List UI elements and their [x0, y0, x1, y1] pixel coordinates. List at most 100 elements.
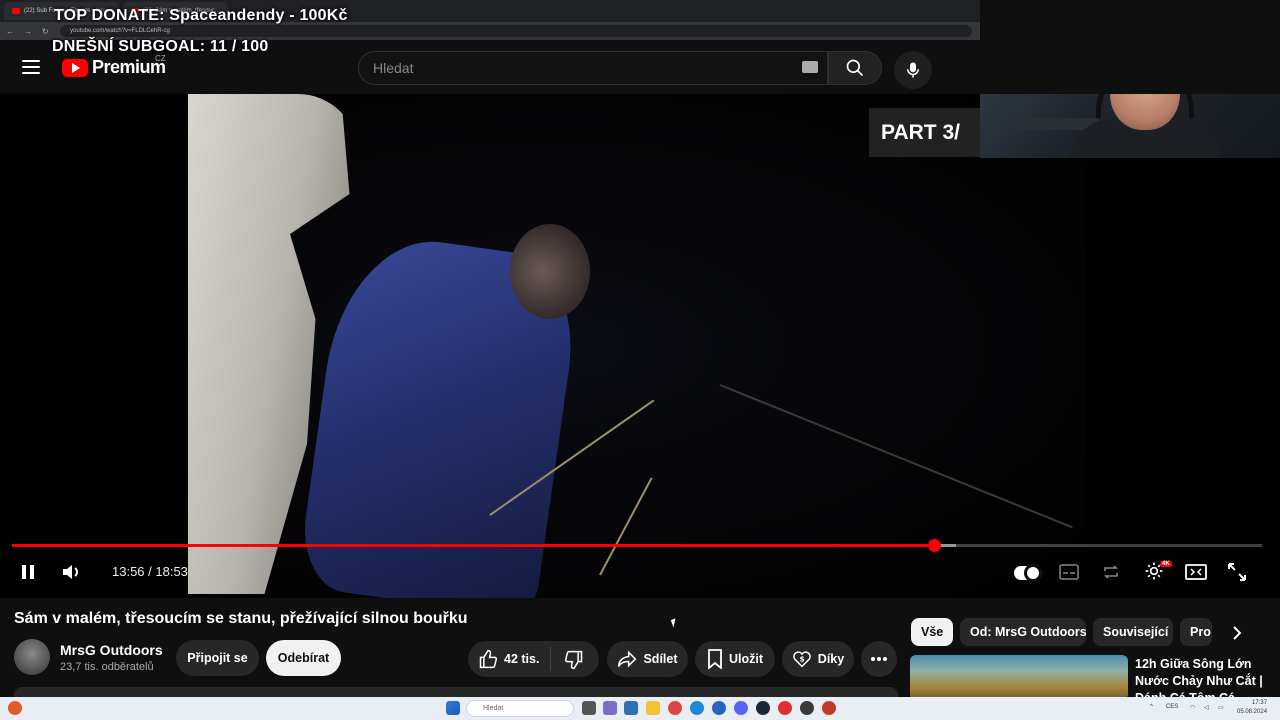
- battery-icon[interactable]: ▭: [1218, 704, 1224, 711]
- webcam-headphones: [1096, 94, 1194, 118]
- join-button[interactable]: Připojit se: [176, 640, 259, 676]
- theater-mode-button[interactable]: [1184, 562, 1208, 582]
- time-display: 13:56 / 18:53: [112, 564, 188, 579]
- subscribe-label: Odebírat: [277, 651, 330, 665]
- join-label: Připojit se: [187, 651, 248, 665]
- fullscreen-icon: [1228, 563, 1246, 581]
- tray-chevron-icon[interactable]: ^: [1150, 704, 1153, 710]
- like-count: 42 tis.: [504, 652, 540, 666]
- svg-text:$: $: [799, 654, 804, 663]
- volume-icon: [63, 565, 78, 579]
- subscriber-count: 23,7 tis. odběratelů: [60, 661, 154, 673]
- discord-icon[interactable]: [734, 701, 748, 715]
- volume-button[interactable]: [60, 562, 84, 582]
- taskbar-search-placeholder: Hledat: [483, 705, 504, 712]
- search-placeholder: Hledat: [373, 60, 414, 76]
- steam-icon[interactable]: [756, 701, 770, 715]
- chip-related[interactable]: Související: [1093, 618, 1173, 646]
- progress-bar[interactable]: [12, 539, 1262, 552]
- chip-label: Od: MrsG Outdoors: [970, 625, 1086, 639]
- thanks-label: Díky: [817, 652, 845, 666]
- forward-arrow-icon[interactable]: →: [24, 27, 32, 36]
- subtitles-icon: [1059, 564, 1079, 580]
- taskbar-clock[interactable]: 17:37 05.08.2024: [1237, 699, 1267, 717]
- video-person-head: [510, 224, 590, 319]
- recommendation-thumbnail[interactable]: [910, 655, 1128, 700]
- quality-badge: 4K: [1160, 561, 1172, 567]
- speaker-icon[interactable]: ◁: [1204, 704, 1209, 711]
- chip-from-channel[interactable]: Od: MrsG Outdoors: [960, 618, 1086, 646]
- app-icon[interactable]: [624, 701, 638, 715]
- recommendation-title[interactable]: 12h Giữa Sông Lớn Nước Chảy Như Cắt | Đá…: [1135, 656, 1275, 697]
- record-app-icon[interactable]: [778, 701, 792, 715]
- reload-icon[interactable]: ↻: [42, 27, 49, 36]
- app-icon[interactable]: [603, 701, 617, 715]
- channel-avatar[interactable]: [14, 639, 50, 675]
- youtube-premium-logo[interactable]: Premium: [62, 57, 166, 78]
- autoplay-toggle[interactable]: [1014, 564, 1042, 582]
- voice-search-button[interactable]: [894, 51, 932, 89]
- bookmark-icon: [708, 649, 722, 669]
- app-icon[interactable]: [822, 701, 836, 715]
- windows-taskbar: Hledat ^ CES ◠ ◁ ▭ 17:37 05.08.2024: [0, 697, 1280, 720]
- thumbs-down-icon: [564, 650, 583, 670]
- part-label: PART 3/: [869, 108, 980, 157]
- chip-all[interactable]: Vše: [911, 618, 953, 646]
- subtitles-button[interactable]: [1058, 562, 1080, 582]
- like-button[interactable]: 42 tis.: [478, 649, 539, 669]
- widgets-icon[interactable]: [8, 701, 22, 715]
- thanks-button[interactable]: $ Díky: [782, 641, 854, 677]
- back-arrow-icon[interactable]: ←: [6, 27, 14, 36]
- url-text: youtube.com/watch?v=FLDLCehR-cg: [70, 28, 170, 34]
- streamer-webcam: [980, 94, 1280, 158]
- address-bar[interactable]: youtube.com/watch?v=FLDLCehR-cg: [60, 25, 972, 37]
- task-view-icon[interactable]: [582, 701, 596, 715]
- youtube-favicon-icon: [12, 8, 20, 14]
- chrome-icon[interactable]: [668, 701, 682, 715]
- chip-label: Pro: [1190, 625, 1211, 639]
- obs-icon[interactable]: [800, 701, 814, 715]
- file-explorer-icon[interactable]: [646, 701, 660, 715]
- wifi-icon[interactable]: ◠: [1190, 704, 1195, 711]
- stream-top-donate: TOP DONATE: Spaceandendy - 100Kč: [54, 7, 348, 24]
- search-input[interactable]: Hledat: [358, 51, 828, 85]
- share-label: Sdílet: [643, 652, 678, 666]
- fullscreen-button[interactable]: [1226, 562, 1248, 582]
- keyboard-icon[interactable]: [802, 61, 818, 73]
- loop-icon: [1104, 565, 1118, 579]
- share-button[interactable]: Sdílet: [607, 641, 688, 677]
- chevron-right-icon: [1233, 626, 1242, 640]
- app-icon[interactable]: [712, 701, 726, 715]
- subscribe-button[interactable]: Odebírat: [266, 640, 341, 676]
- theater-icon: [1185, 564, 1207, 580]
- dislike-button[interactable]: [562, 649, 586, 671]
- youtube-play-logo-icon: [62, 58, 88, 77]
- more-actions-button[interactable]: [861, 641, 897, 677]
- thumbs-up-icon: [479, 649, 498, 669]
- language-indicator[interactable]: CES: [1166, 704, 1178, 710]
- chip-for-you[interactable]: Pro: [1180, 618, 1212, 646]
- microphone-icon: [907, 62, 919, 78]
- hamburger-menu-icon[interactable]: [20, 57, 42, 77]
- start-menu-icon[interactable]: [446, 701, 460, 715]
- channel-name[interactable]: MrsG Outdoors: [60, 642, 163, 658]
- search-icon: [846, 59, 864, 77]
- search-button[interactable]: [828, 51, 882, 85]
- progress-fill: [12, 544, 935, 547]
- chips-next-button[interactable]: [1226, 622, 1248, 644]
- like-divider: [550, 647, 551, 671]
- clock-date: 05.08.2024: [1237, 709, 1268, 715]
- heart-dollar-icon: $: [793, 651, 811, 668]
- pause-button[interactable]: [18, 562, 38, 582]
- video-player[interactable]: PART 3/ 13:56 / 18:53 4K: [0, 94, 1280, 598]
- share-icon: [618, 650, 637, 668]
- save-label: Uložit: [728, 652, 764, 666]
- more-horizontal-icon: [871, 657, 887, 661]
- video-title: Sám v malém, třesoucím se stanu, přežíva…: [14, 610, 468, 627]
- edge-icon[interactable]: [690, 701, 704, 715]
- save-button[interactable]: Uložit: [695, 641, 775, 677]
- browser-nav-buttons: ← → ↻: [0, 27, 60, 36]
- loop-button[interactable]: [1100, 562, 1122, 582]
- stream-subgoal: DNEŠNÍ SUBGOAL: 11 / 100: [52, 38, 269, 55]
- taskbar-search-input[interactable]: Hledat: [466, 700, 574, 717]
